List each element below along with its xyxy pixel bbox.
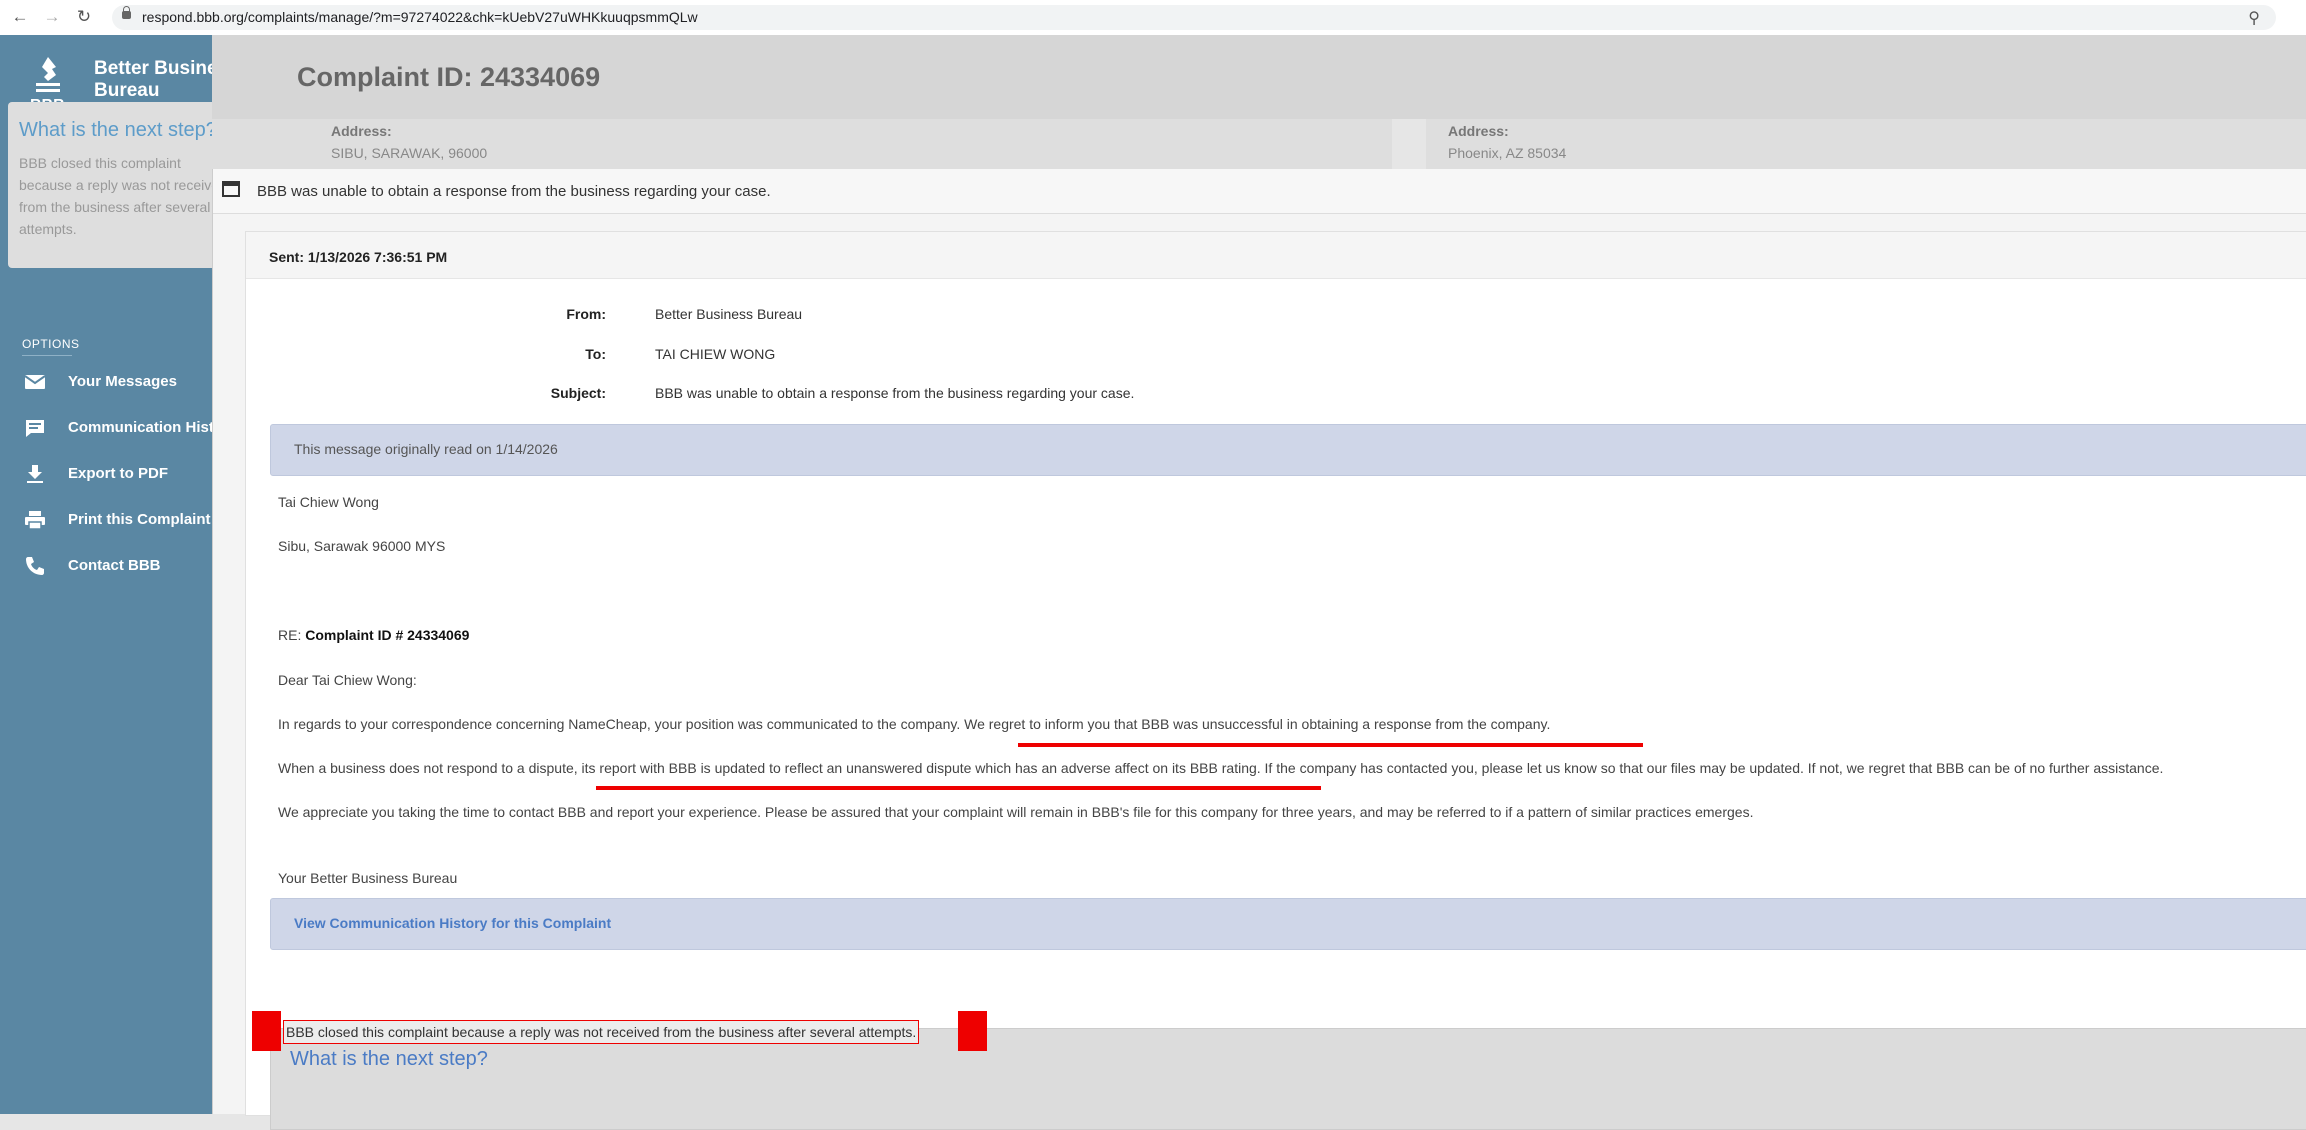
sidebar-item-label: Export to PDF — [68, 465, 168, 482]
message-modal: BBB was unable to obtain a response from… — [212, 169, 2306, 1130]
re-complaint-id: Complaint ID # 24334069 — [305, 627, 470, 643]
chat-icon — [26, 420, 44, 437]
sent-bar: Sent: 1/13/2026 7:36:51 PM — [246, 232, 2306, 279]
back-arrow-icon[interactable]: ← — [10, 7, 30, 27]
forward-arrow-icon[interactable]: → — [42, 7, 62, 27]
red-highlight-annotation — [958, 1011, 987, 1051]
sidebar-item-label: Contact BBB — [68, 557, 161, 574]
phone-icon — [26, 557, 44, 575]
red-highlight-annotation — [252, 1011, 281, 1051]
recipient-name: Tai Chiew Wong — [278, 494, 379, 510]
recipient-address: Sibu, Sarawak 96000 MYS — [278, 538, 446, 554]
print-icon — [25, 511, 45, 530]
next-step-title: What is the next step? — [290, 1048, 488, 1070]
from-value: Better Business Bureau — [655, 306, 803, 322]
red-underline-annotation — [1018, 743, 1643, 747]
history-link-bar: View Communication History for this Comp… — [270, 898, 2306, 950]
view-history-link[interactable]: View Communication History for this Comp… — [294, 915, 611, 931]
modal-title-bar: BBB was unable to obtain a response from… — [213, 169, 2306, 214]
lock-icon — [122, 6, 131, 19]
read-notice-banner: This message originally read on 1/14/202… — [270, 424, 2306, 476]
sidebar-next-step-title: What is the next step? — [19, 119, 217, 141]
sidebar-item-contact[interactable]: Contact BBB — [0, 546, 212, 586]
sidebar-item-print[interactable]: Print this Complaint — [0, 500, 212, 540]
sidebar-item-label: Print this Complaint — [68, 511, 211, 528]
window-icon — [222, 181, 240, 197]
re-line: RE: Complaint ID # 24334069 — [278, 627, 469, 643]
red-underline-annotation — [596, 786, 1321, 790]
mail-icon — [24, 375, 46, 389]
options-divider — [22, 355, 72, 356]
to-label: To: — [585, 346, 606, 362]
next-step-text: BBB closed this complaint because a repl… — [283, 1020, 920, 1044]
url-text[interactable]: respond.bbb.org/complaints/manage/?m=972… — [142, 9, 698, 25]
modal-title: BBB was unable to obtain a response from… — [257, 183, 771, 200]
page-header: Complaint ID: 24334069 — [212, 35, 2306, 119]
sidebar-item-messages[interactable]: Your Messages — [0, 362, 212, 402]
from-label: From: — [566, 306, 606, 322]
options-heading: OPTIONS — [22, 337, 80, 351]
message-card: Sent: 1/13/2026 7:36:51 PM From: Better … — [245, 231, 2306, 1130]
address-label: Address: — [1448, 123, 1509, 139]
consumer-address-panel: Address: SIBU, SARAWAK, 96000 — [212, 119, 1392, 169]
sidebar-item-communication-history[interactable]: Communication History — [0, 408, 237, 448]
sent-timestamp: Sent: 1/13/2026 7:36:51 PM — [269, 249, 448, 265]
sidebar-item-label: Your Messages — [68, 373, 177, 390]
re-prefix: RE: — [278, 627, 302, 643]
paragraph-2: When a business does not respond to a di… — [278, 760, 2164, 776]
read-notice-text: This message originally read on 1/14/202… — [294, 441, 558, 457]
address-value: SIBU, SARAWAK, 96000 — [331, 145, 488, 161]
address-bar[interactable]: respond.bbb.org/complaints/manage/?m=972… — [112, 5, 2276, 30]
paragraph-3: We appreciate you taking the time to con… — [278, 804, 1754, 820]
subject-value: BBB was unable to obtain a response from… — [655, 385, 1135, 401]
sidebar-next-step-text: BBB closed this complaint because a repl… — [19, 155, 227, 237]
address-label: Address: — [331, 123, 392, 139]
reload-icon[interactable]: ↻ — [74, 7, 94, 27]
download-icon — [27, 465, 43, 483]
sidebar-item-export-pdf[interactable]: Export to PDF — [0, 454, 212, 494]
address-value: Phoenix, AZ 85034 — [1448, 145, 1567, 161]
subject-label: Subject: — [550, 385, 606, 401]
paragraph-1: In regards to your correspondence concer… — [278, 716, 1551, 732]
to-value: TAI CHIEW WONG — [655, 346, 776, 362]
browser-toolbar: ← → ↻ respond.bbb.org/complaints/manage/… — [0, 0, 2306, 36]
salutation: Dear Tai Chiew Wong: — [278, 672, 417, 688]
page-title: Complaint ID: 24334069 — [297, 62, 601, 92]
zoom-icon[interactable]: ⚲ — [2248, 8, 2260, 28]
business-address-panel: Address: Phoenix, AZ 85034 — [1426, 119, 2306, 169]
signoff: Your Better Business Bureau — [278, 870, 458, 886]
